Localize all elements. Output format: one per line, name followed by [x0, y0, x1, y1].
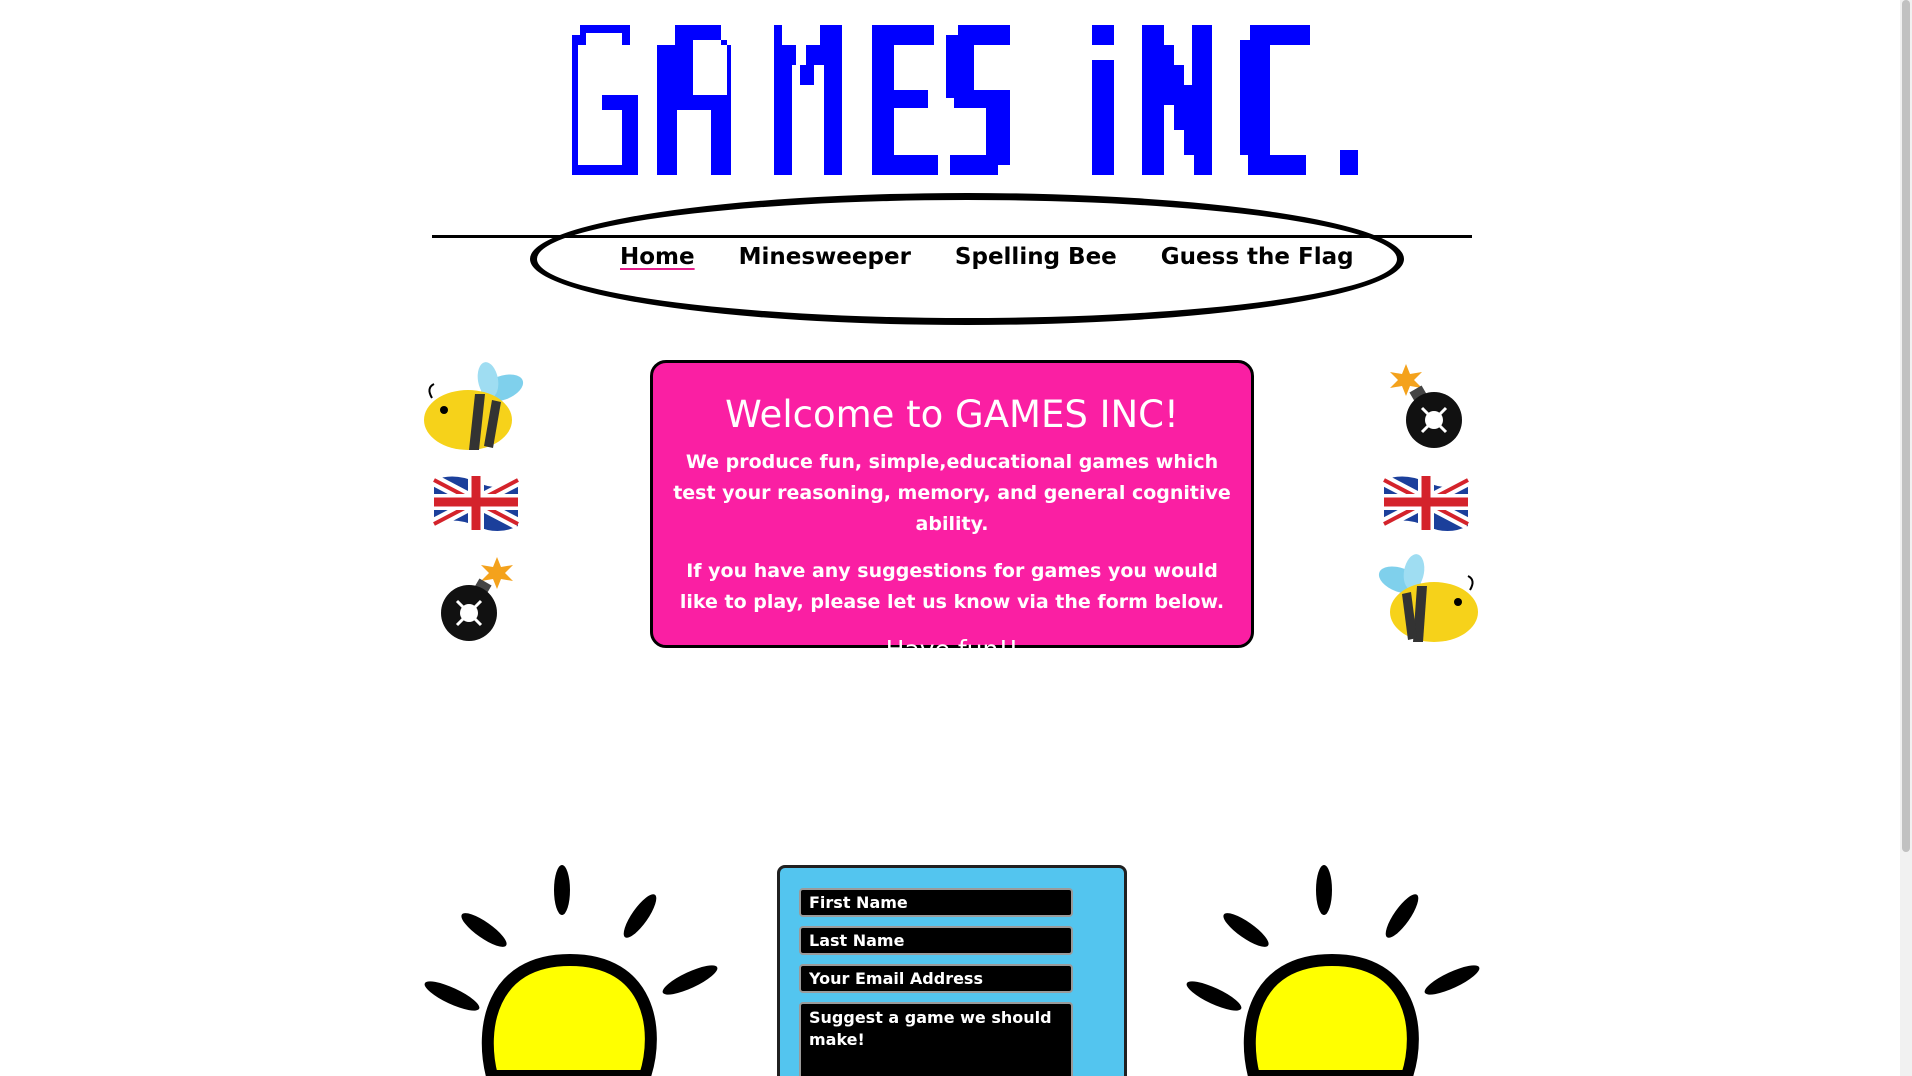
welcome-closing: Have fun!! — [885, 635, 1019, 664]
nav-home-link[interactable]: Home — [620, 244, 695, 270]
page-scrollbar-thumb[interactable] — [1902, 0, 1910, 852]
bee-icon — [1378, 554, 1478, 642]
bomb-icon — [441, 557, 513, 641]
welcome-intro: We produce fun, simple,educational games… — [673, 451, 1231, 535]
suggestion-form — [777, 865, 1127, 1076]
page: Home Minesweeper Spelling Bee Guess the … — [0, 0, 1912, 1076]
last-name-field[interactable] — [799, 926, 1073, 955]
bee-icon — [424, 362, 524, 450]
bomb-icon — [1390, 364, 1462, 448]
main-nav: Home Minesweeper Spelling Bee Guess the … — [620, 237, 1354, 277]
first-name-field[interactable] — [799, 888, 1073, 917]
uk-flag-icon — [431, 474, 521, 531]
nav-guess-the-flag-link[interactable]: Guess the Flag — [1161, 244, 1354, 270]
lightbulb-icon — [1186, 865, 1480, 1076]
email-field[interactable] — [799, 964, 1073, 993]
games-inc-logo — [572, 25, 1358, 175]
uk-flag-icon — [1381, 474, 1471, 531]
nav-minesweeper-link[interactable]: Minesweeper — [739, 244, 911, 270]
lightbulb-icon — [424, 865, 718, 1076]
suggestion-textarea[interactable] — [799, 1002, 1073, 1076]
nav-spelling-bee-link[interactable]: Spelling Bee — [955, 244, 1117, 270]
welcome-title: Welcome to GAMES INC! — [725, 393, 1179, 436]
welcome-suggestion-text: If you have any suggestions for games yo… — [679, 560, 1225, 613]
welcome-box: Welcome to GAMES INC! We produce fun, si… — [650, 360, 1254, 664]
